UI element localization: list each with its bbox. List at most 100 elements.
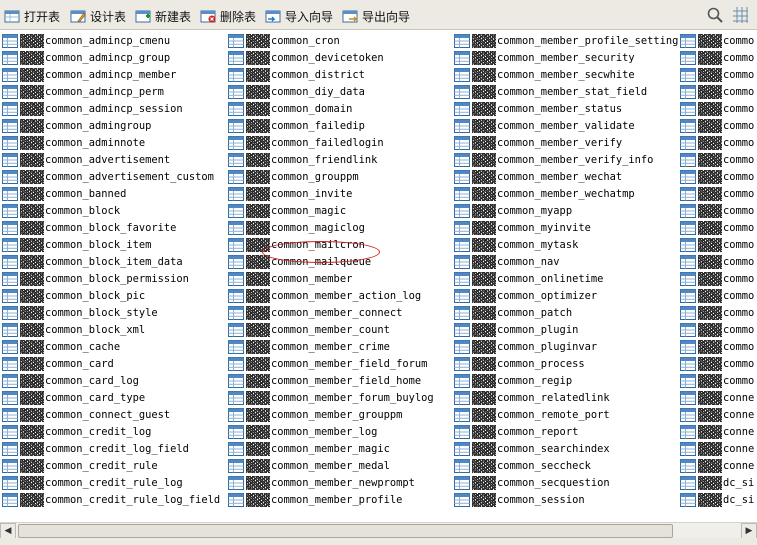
table-item[interactable]: common_seccheck — [454, 457, 591, 474]
table-item[interactable]: common_member_log — [228, 423, 377, 440]
grid-view-icon[interactable] — [731, 6, 749, 24]
table-item[interactable]: common_card_type — [2, 389, 145, 406]
table-item[interactable]: common_myinvite — [454, 219, 591, 236]
table-item[interactable]: conne — [680, 406, 754, 423]
table-item[interactable]: common_member_newprompt — [228, 474, 415, 491]
table-item[interactable]: common_friendlink — [228, 151, 377, 168]
table-item[interactable]: common_block_style — [2, 304, 158, 321]
table-item-selected[interactable]: common_member — [228, 270, 352, 287]
table-item[interactable]: common_cron — [228, 32, 340, 49]
table-item[interactable]: dc_si — [680, 491, 754, 508]
scrollbar-thumb[interactable] — [18, 524, 673, 538]
table-item[interactable]: common_admincp_group — [2, 49, 170, 66]
table-item[interactable]: common_member_validate — [454, 117, 635, 134]
table-item[interactable]: common_credit_log_field — [2, 440, 189, 457]
table-item[interactable]: common_domain — [228, 100, 352, 117]
table-item[interactable]: common_cache — [2, 338, 120, 355]
table-item[interactable]: common_member_profile — [228, 491, 402, 508]
table-item[interactable]: conne — [680, 440, 754, 457]
table-item[interactable]: common_invite — [228, 185, 352, 202]
design-table-button[interactable]: 设计表 — [70, 6, 126, 26]
table-item[interactable]: common_advertisement_custom — [2, 168, 214, 185]
table-item[interactable]: common_member_grouppm — [228, 406, 402, 423]
table-item[interactable]: common_banned — [2, 185, 126, 202]
table-item[interactable]: common_block_permission — [2, 270, 189, 287]
table-item[interactable]: commo — [680, 168, 754, 185]
table-item[interactable]: common_member_status — [454, 100, 622, 117]
table-item[interactable]: commo — [680, 151, 754, 168]
table-item[interactable]: common_member_secwhite — [454, 66, 635, 83]
table-item[interactable]: common_grouppm — [228, 168, 359, 185]
table-item[interactable]: common_remote_port — [454, 406, 610, 423]
table-item[interactable]: common_block_favorite — [2, 219, 176, 236]
table-item[interactable]: common_admincp_cmenu — [2, 32, 170, 49]
table-item[interactable]: common_block — [2, 202, 120, 219]
table-item[interactable]: common_patch — [454, 304, 572, 321]
table-item[interactable]: common_admingroup — [2, 117, 151, 134]
table-item[interactable]: common_diy_data — [228, 83, 365, 100]
open-table-button[interactable]: 打开表 — [4, 6, 60, 26]
table-item[interactable]: common_member_field_home — [228, 372, 421, 389]
table-item[interactable]: commo — [680, 117, 754, 134]
table-item[interactable]: common_mytask — [454, 236, 578, 253]
table-item[interactable]: common_credit_log — [2, 423, 151, 440]
table-item[interactable]: common_admincp_perm — [2, 83, 164, 100]
table-item[interactable]: common_advertisement — [2, 151, 170, 168]
delete-table-button[interactable]: 删除表 — [200, 6, 256, 26]
table-item[interactable]: common_card — [2, 355, 114, 372]
table-item[interactable]: common_member_count — [228, 321, 390, 338]
table-item[interactable]: common_member_field_forum — [228, 355, 427, 372]
table-item[interactable]: commo — [680, 134, 754, 151]
table-item[interactable]: commo — [680, 372, 754, 389]
table-item[interactable]: common_block_item — [2, 236, 151, 253]
table-item[interactable]: common_block_pic — [2, 287, 145, 304]
table-item[interactable]: common_nav — [454, 253, 560, 270]
horizontal-scrollbar[interactable]: ◀ ▶ — [0, 522, 757, 539]
table-item[interactable]: common_admincp_session — [2, 100, 183, 117]
table-item[interactable]: common_secquestion — [454, 474, 610, 491]
table-item[interactable]: common_plugin — [454, 321, 578, 338]
table-item[interactable]: common_searchindex — [454, 440, 610, 457]
table-item[interactable]: commo — [680, 219, 754, 236]
table-list[interactable]: common_admincp_cmenu common_admincp_group… — [0, 30, 757, 522]
table-item[interactable]: commo — [680, 100, 754, 117]
search-icon[interactable] — [706, 6, 724, 24]
table-item[interactable]: common_adminnote — [2, 134, 145, 151]
table-item[interactable]: common_connect_guest — [2, 406, 170, 423]
table-item[interactable]: common_mailcron — [228, 236, 365, 253]
scroll-left-arrow[interactable]: ◀ — [0, 523, 16, 539]
table-item[interactable]: common_onlinetime — [454, 270, 603, 287]
table-item[interactable]: conne — [680, 423, 754, 440]
table-item[interactable]: common_block_xml — [2, 321, 145, 338]
import-wizard-button[interactable]: 导入向导 — [265, 6, 333, 26]
table-item[interactable]: commo — [680, 32, 754, 49]
table-item[interactable]: commo — [680, 270, 754, 287]
table-item[interactable]: common_optimizer — [454, 287, 597, 304]
table-item[interactable]: common_devicetoken — [228, 49, 384, 66]
table-item[interactable]: common_pluginvar — [454, 338, 597, 355]
export-wizard-button[interactable]: 导出向导 — [342, 6, 410, 26]
table-item[interactable]: commo — [680, 83, 754, 100]
table-item[interactable]: commo — [680, 321, 754, 338]
table-item[interactable]: commo — [680, 253, 754, 270]
table-item[interactable]: common_regip — [454, 372, 572, 389]
table-item[interactable]: commo — [680, 304, 754, 321]
table-item[interactable]: common_member_verify — [454, 134, 622, 151]
table-item[interactable]: conne — [680, 389, 754, 406]
table-item[interactable]: commo — [680, 49, 754, 66]
table-item[interactable]: common_process — [454, 355, 585, 372]
table-item[interactable]: common_mailqueue — [228, 253, 371, 270]
table-item[interactable]: common_member_crime — [228, 338, 390, 355]
table-item[interactable]: common_relatedlink — [454, 389, 610, 406]
table-item[interactable]: common_credit_rule_log_field — [2, 491, 220, 508]
table-item[interactable]: commo — [680, 236, 754, 253]
table-item[interactable]: common_member_wechatmp — [454, 185, 635, 202]
table-item[interactable]: common_report — [454, 423, 578, 440]
table-item[interactable]: commo — [680, 202, 754, 219]
table-item[interactable]: common_member_magic — [228, 440, 390, 457]
new-table-button[interactable]: 新建表 — [135, 6, 191, 26]
table-item[interactable]: common_myapp — [454, 202, 572, 219]
table-item[interactable]: common_session — [454, 491, 585, 508]
table-item[interactable]: commo — [680, 66, 754, 83]
table-item[interactable]: commo — [680, 287, 754, 304]
